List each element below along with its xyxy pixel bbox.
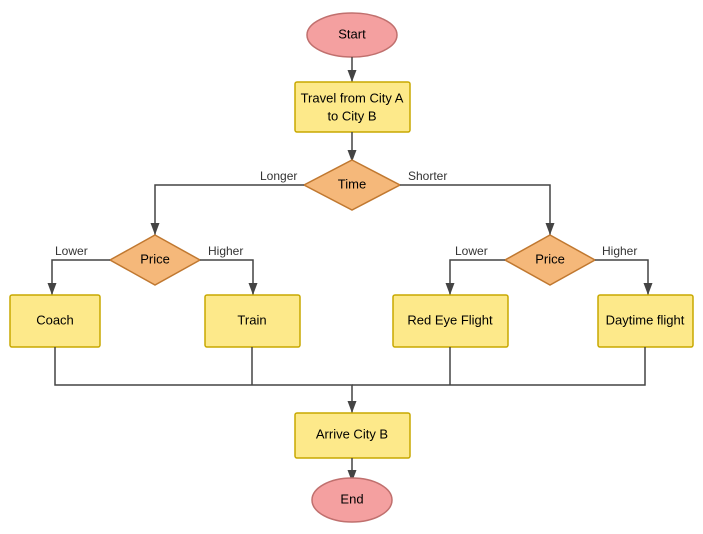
- shorter-label: Shorter: [408, 169, 447, 183]
- price-right-label: Price: [535, 251, 565, 266]
- start-label: Start: [338, 26, 366, 41]
- travel-label: Travel from City A: [301, 90, 404, 105]
- travel-label2: to City B: [327, 108, 376, 123]
- line-time-price-left: [155, 185, 304, 235]
- line-daytime-arrive: [352, 347, 645, 385]
- line-price-right-redeye: [450, 260, 505, 295]
- red-eye-label: Red Eye Flight: [407, 312, 493, 327]
- arrive-label: Arrive City B: [316, 426, 388, 441]
- line-price-left-train: [200, 260, 253, 295]
- coach-label: Coach: [36, 312, 74, 327]
- price-left-label: Price: [140, 251, 170, 266]
- line-coach-arrive: [55, 347, 352, 413]
- line-price-right-daytime: [595, 260, 648, 295]
- lower-right-label: Lower: [455, 244, 488, 258]
- line-time-price-right: [400, 185, 550, 235]
- higher-left-label: Higher: [208, 244, 243, 258]
- time-label: Time: [338, 176, 366, 191]
- train-label: Train: [237, 312, 266, 327]
- higher-right-label: Higher: [602, 244, 637, 258]
- end-label: End: [340, 491, 363, 506]
- daytime-label: Daytime flight: [606, 312, 685, 327]
- longer-label: Longer: [260, 169, 297, 183]
- lower-left-label: Lower: [55, 244, 88, 258]
- line-price-left-coach: [52, 260, 110, 295]
